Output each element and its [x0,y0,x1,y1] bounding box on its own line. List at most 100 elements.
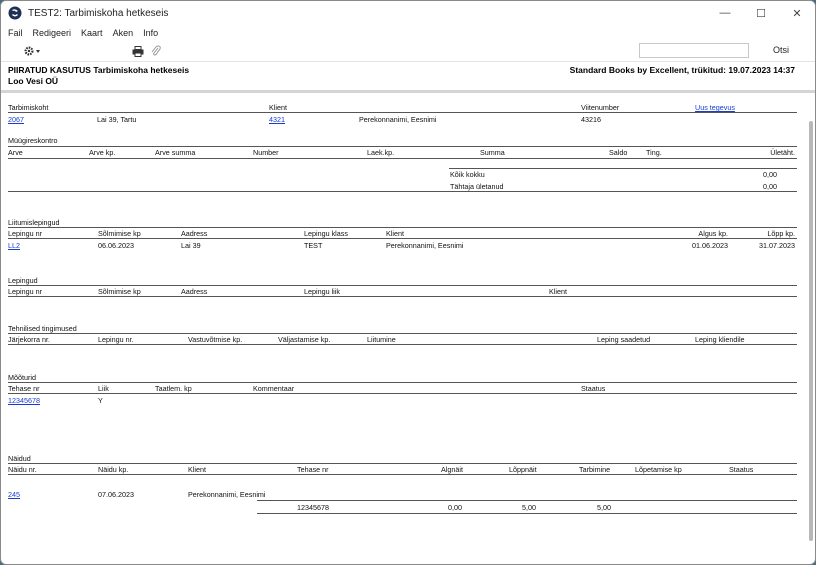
col-header: Laek.kp. [367,148,395,157]
contract-link[interactable]: LL2 [8,241,20,250]
reading-link[interactable]: 245 [8,490,20,499]
divider [8,463,797,464]
divider [8,344,797,345]
section-title-naidud: Näidud [8,454,31,463]
col-header: Liitumine [367,335,396,344]
col-header: Klient [188,465,206,474]
summary-label: Tähtaja ületanud [450,182,504,191]
print-info: Standard Books by Excellent, trükitud: 1… [569,65,795,75]
table-cell: Y [98,396,103,405]
search-input[interactable] [639,43,749,58]
divider [8,238,797,239]
col-header: Liik [98,384,109,393]
col-header: Tehase nr [297,465,329,474]
divider [8,146,797,147]
col-header: Lepingu nr [8,287,42,296]
col-header: Sõlmimise kp [98,229,141,238]
print-icon[interactable] [132,44,144,58]
col-header: Klient [386,229,404,238]
menu-fail[interactable]: Fail [8,28,23,38]
section-title-muugireskontro: Müügireskontro [8,136,58,145]
window-title: TEST2: Tarbimiskoha hetkeseis [28,7,169,19]
col-header: Näidu nr. [8,465,37,474]
divider [8,285,797,286]
col-header: Taatlem. kp [155,384,192,393]
table-cell: 0,00 [448,503,462,512]
label-klient: Klient [269,103,287,112]
col-header: Lõppnäit [509,465,537,474]
report-header: PIIRATUD KASUTUS Tarbimiskoha hetkeseis … [1,62,815,93]
section-title-liitumislepingud: Liitumislepingud [8,218,60,227]
minimize-button[interactable]: — [707,1,743,25]
col-header: Ting. [646,148,662,157]
divider [8,296,797,297]
divider [8,333,797,334]
attachment-icon[interactable] [151,44,161,58]
col-header: Staatus [729,465,754,474]
summary-value: 0,00 [763,182,777,191]
col-header: Aadress [181,229,208,238]
col-header: Arve [8,148,23,157]
summary-value: 0,00 [763,170,777,179]
viitenumber-value: 43216 [581,115,601,124]
col-header: Saldo [609,148,628,157]
col-header: Arve summa [155,148,196,157]
col-header: Lepingu liik [304,287,340,296]
col-header: Leping kliendile [695,335,745,344]
label-tarbimiskoht: Tarbimiskoht [8,103,49,112]
table-cell: 07.06.2023 [98,490,134,499]
report-body: Tarbimiskoht Klient Viitenumber Uus tege… [1,93,815,537]
maximize-button[interactable]: ☐ [743,1,779,25]
company-name: Loo Vesi OÜ [8,76,59,86]
divider [449,168,797,169]
table-cell: Lai 39 [181,241,201,250]
new-activity-link[interactable]: Uus tegevus [695,103,735,112]
report-window: TEST2: Tarbimiskoha hetkeseis — ☐ ✕ Fail… [0,0,816,565]
section-title-mooturid: Mõõturid [8,373,36,382]
col-header: Lepingu nr. [98,335,134,344]
divider [8,158,797,159]
col-header: Lepingu klass [304,229,348,238]
divider [8,474,797,475]
menu-info[interactable]: Info [143,28,158,38]
menu-bar: Fail Redigeeri Kaart Aken Info [1,25,815,41]
search-button[interactable]: Otsi [773,45,789,55]
tarbimiskoht-link[interactable]: 2067 [8,115,24,124]
meter-link[interactable]: 12345678 [8,396,40,405]
divider [8,382,797,383]
close-button[interactable]: ✕ [779,1,815,25]
col-header: Vastuvõtmise kp. [188,335,243,344]
toolbar: Otsi [1,41,815,62]
col-header: Klient [549,287,567,296]
col-header: Number [253,148,279,157]
table-cell: TEST [304,241,323,250]
summary-label: Kõik kokku [450,170,485,179]
table-cell: Perekonnanimi, Eesnimi [386,241,464,250]
divider [257,500,797,501]
col-header: Algus kp. [698,229,728,238]
settings-gear-icon[interactable] [23,44,41,58]
menu-redigeeri[interactable]: Redigeeri [33,28,72,38]
col-header: Leping saadetud [597,335,651,344]
klient-name: Perekonnanimi, Eesnimi [359,115,437,124]
vertical-scrollbar[interactable] [809,121,813,541]
divider [8,227,797,228]
menu-aken[interactable]: Aken [113,28,134,38]
report-title: PIIRATUD KASUTUS Tarbimiskoha hetkeseis [8,65,190,75]
col-header: Ületäht. [770,148,795,157]
menu-kaart[interactable]: Kaart [81,28,103,38]
table-cell: 12345678 [297,503,329,512]
col-header: Lepingu nr [8,229,42,238]
col-header: Lõpetamise kp [635,465,682,474]
section-title-lepingud: Lepingud [8,276,38,285]
col-header: Tehase nr [8,384,40,393]
divider [257,513,797,514]
divider [8,393,797,394]
klient-link[interactable]: 4321 [269,115,285,124]
table-cell: 31.07.2023 [759,241,795,250]
col-header: Kommentaar [253,384,295,393]
col-header: Väljastamise kp. [278,335,331,344]
divider [8,191,797,192]
col-header: Algnäit [441,465,463,474]
col-header: Staatus [581,384,606,393]
